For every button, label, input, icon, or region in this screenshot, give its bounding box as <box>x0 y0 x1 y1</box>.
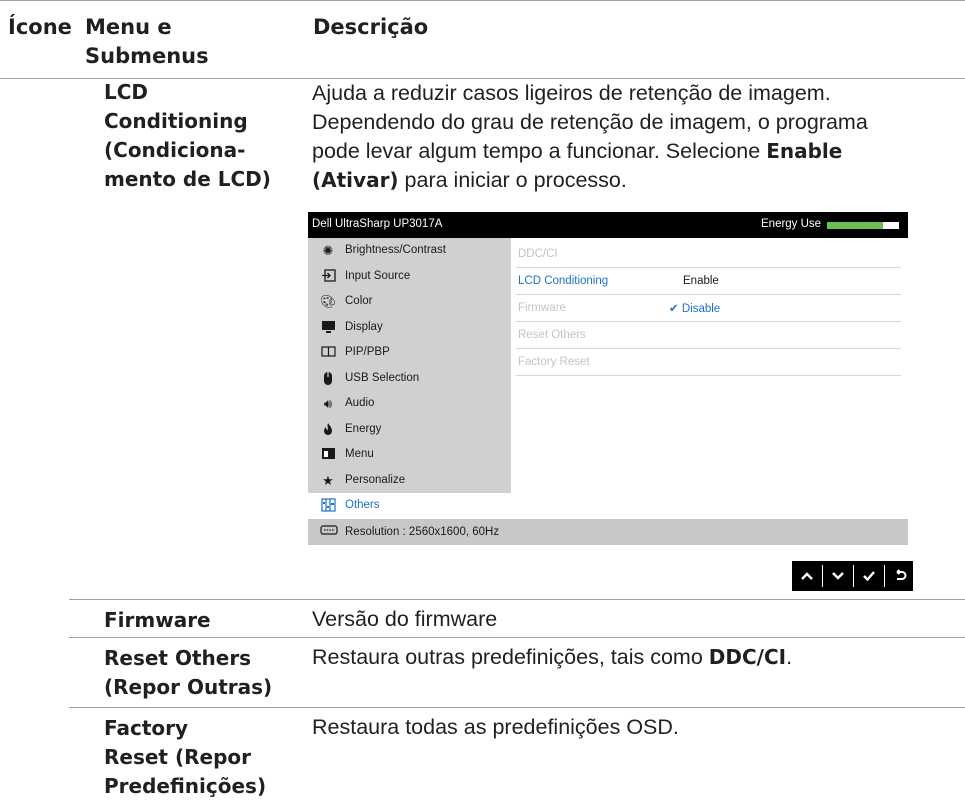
menu-item-personalize[interactable]: ★ Personalize <box>308 468 511 494</box>
factory-name-2: Reset (Repor <box>104 745 251 769</box>
menu-item-others[interactable]: Others <box>308 493 511 519</box>
reset-others-name-2: (Repor Outras) <box>104 675 273 699</box>
energy-use-fill <box>827 222 884 229</box>
top-rule <box>0 0 965 1</box>
display-icon <box>320 320 336 336</box>
sun-icon: ✺ <box>322 243 334 258</box>
port-icon <box>320 524 338 538</box>
down-button[interactable] <box>823 561 853 591</box>
input-source-icon <box>320 268 336 285</box>
osd-model-title: Dell UltraSharp UP3017A <box>312 218 443 230</box>
factory-desc: Restaura todas as predefinições OSD. <box>312 715 679 739</box>
firmware-name: Firmware <box>104 608 211 632</box>
usb-mouse-icon <box>320 371 336 387</box>
submenu-factory-reset[interactable]: Factory Reset <box>516 349 901 376</box>
row-rule-reset-others <box>69 707 965 708</box>
flame-icon <box>320 422 336 438</box>
lcd-desc-2: Dependendo do grau de retenção de imagem… <box>312 110 868 134</box>
back-icon <box>896 569 907 580</box>
row-rule-firmware <box>69 637 965 638</box>
lcd-name-3: (Condiciona- <box>104 138 246 162</box>
up-icon <box>801 572 813 580</box>
option-disable[interactable]: ✔ Disable <box>669 301 720 315</box>
firmware-desc: Versão do firmware <box>312 607 498 631</box>
check-icon <box>863 571 875 582</box>
osd-title-bar: Dell UltraSharp UP3017A Energy Use <box>308 212 908 238</box>
lcd-name-4: mento de LCD) <box>104 167 271 191</box>
lcd-name-1: LCD <box>104 80 149 104</box>
resolution-bar: Resolution : 2560x1600, 60Hz <box>308 519 908 545</box>
reset-others-desc: Restaura outras predefinições, tais como… <box>312 645 793 669</box>
menu-item-display[interactable]: Display <box>308 315 511 341</box>
osd-nav-buttons <box>792 561 913 591</box>
menu-item-audio[interactable]: 🔊︎ Audio <box>308 391 511 417</box>
reset-others-name-1: Reset Others <box>104 646 252 670</box>
menu-item-color[interactable]: 🎨︎ Color <box>308 289 511 315</box>
lcd-name-2: Conditioning <box>104 109 248 133</box>
ok-button[interactable] <box>854 561 884 591</box>
option-enable[interactable]: Enable <box>683 275 719 287</box>
energy-use-meter <box>827 222 899 229</box>
lcd-desc-3: pode levar algum tempo a funcionar. Sele… <box>312 139 843 163</box>
down-icon <box>832 572 844 580</box>
submenu-firmware[interactable]: Firmware ✔ Disable <box>516 295 901 322</box>
energy-use-label: Energy Use <box>761 218 822 230</box>
up-button[interactable] <box>792 561 822 591</box>
lcd-desc-4: (Ativar) para iniciar o processo. <box>312 168 627 192</box>
star-icon: ★ <box>322 472 334 488</box>
header-icon-col: Ícone <box>8 15 72 39</box>
header-desc-col: Descrição <box>313 15 429 39</box>
menu-icon <box>320 447 336 463</box>
menu-item-menu[interactable]: Menu <box>308 442 511 468</box>
osd-menu-image: Dell UltraSharp UP3017A Energy Use ✺ Brig… <box>308 212 908 545</box>
row-rule-lcd <box>69 599 965 600</box>
back-button[interactable] <box>885 561 915 591</box>
menu-item-input-source[interactable]: Input Source <box>308 264 511 290</box>
others-icon <box>320 498 336 514</box>
color-icon: 🎨︎ <box>320 294 337 309</box>
header-menu-col-line1: Menu e <box>85 15 172 39</box>
menu-item-brightness[interactable]: ✺ Brightness/Contrast <box>308 238 511 264</box>
check-icon: ✔ <box>669 303 679 315</box>
pip-icon <box>320 345 336 361</box>
menu-item-energy[interactable]: Energy <box>308 417 511 443</box>
submenu-reset-others[interactable]: Reset Others <box>516 322 901 349</box>
menu-item-pip-pbp[interactable]: PIP/PBP <box>308 340 511 366</box>
menu-item-usb-selection[interactable]: USB Selection <box>308 366 511 392</box>
header-menu-col-line2: Submenus <box>85 44 209 68</box>
factory-name-3: Predefinições) <box>104 774 267 798</box>
factory-name-1: Factory <box>104 716 189 740</box>
speaker-icon: 🔊︎ <box>323 396 333 411</box>
lcd-desc-1: Ajuda a reduzir casos ligeiros de retenç… <box>312 81 831 105</box>
submenu-ddc-ci[interactable]: DDC/CI <box>516 241 901 268</box>
submenu-lcd-conditioning[interactable]: LCD Conditioning Enable <box>516 268 901 295</box>
